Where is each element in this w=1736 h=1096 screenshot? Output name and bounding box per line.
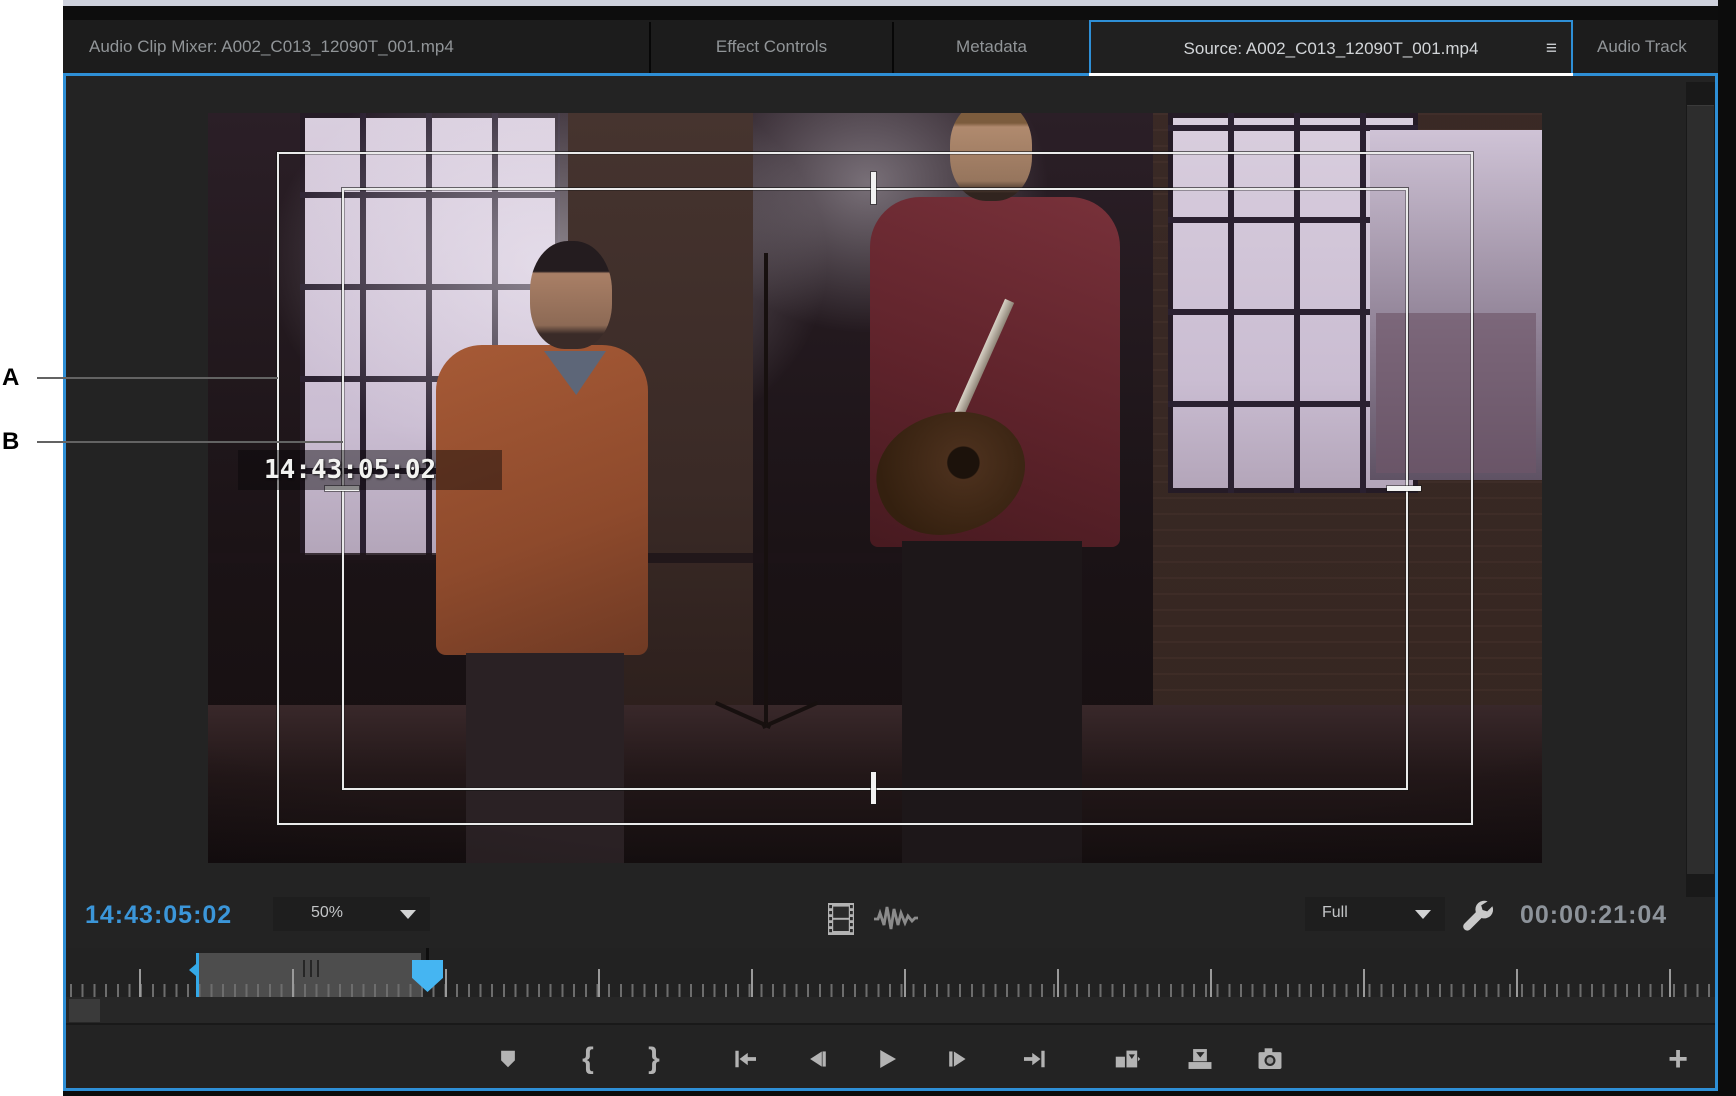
overwrite-icon [1186, 1046, 1214, 1072]
export-frame-camera-icon [1256, 1046, 1284, 1072]
tab-audio-track-mixer[interactable]: Audio Track [1576, 20, 1718, 73]
step-forward-icon [947, 1048, 969, 1070]
play-icon [875, 1047, 899, 1071]
playhead-timecode-field[interactable]: 14:43:05:02 [85, 901, 232, 930]
overwrite-button[interactable] [1181, 1041, 1219, 1077]
center-tick-bottom [871, 772, 876, 804]
panel-menu-icon[interactable]: ≡ [1546, 22, 1557, 73]
in-point-marker[interactable] [196, 953, 199, 997]
tab-effect-controls[interactable]: Effect Controls [651, 20, 892, 73]
callout-line-b [37, 441, 343, 443]
add-marker-button[interactable] [489, 1041, 527, 1077]
playhead-marker[interactable] [410, 948, 444, 994]
callout-label-b: B [2, 428, 19, 456]
tab-audio-clip-mixer[interactable]: Audio Clip Mixer: A002_C013_12090T_001.m… [63, 20, 649, 73]
transport-controls-bar: { } [66, 1027, 1715, 1088]
step-forward-button[interactable] [939, 1041, 977, 1077]
screenshot-root: Audio Clip Mixer: A002_C013_12090T_001.m… [0, 0, 1736, 1096]
tab-metadata[interactable]: Metadata [894, 20, 1089, 73]
tab-source-monitor[interactable]: Source: A002_C013_12090T_001.mp4 ≡ [1089, 20, 1573, 73]
drag-audio-waveform-icon[interactable] [872, 903, 918, 940]
insert-button[interactable] [1109, 1041, 1147, 1077]
playhead-flag [412, 960, 443, 992]
video-preview-frame: 14:43:05:02 [208, 113, 1542, 863]
resolution-dropdown-arrow-icon [1415, 910, 1431, 919]
insert-icon [1114, 1046, 1142, 1072]
playback-resolution-value: Full [1322, 904, 1348, 922]
playhead-stem [426, 948, 429, 962]
drag-video-filmstrip-icon[interactable] [826, 901, 856, 942]
go-to-out-icon [1022, 1048, 1048, 1070]
in-out-range-bar[interactable] [197, 953, 421, 997]
panel-focus-border-bottom [63, 1088, 1718, 1091]
callout-label-a: A [2, 364, 19, 392]
zoom-level-value: 50% [311, 904, 343, 922]
go-to-out-button[interactable] [1016, 1041, 1054, 1077]
add-marker-icon [497, 1048, 519, 1070]
export-frame-button[interactable] [1251, 1041, 1289, 1077]
play-button[interactable] [868, 1041, 906, 1077]
panel-focus-border-right [1715, 73, 1718, 1091]
go-to-in-button[interactable] [726, 1041, 764, 1077]
window-right-background [1718, 0, 1736, 1096]
callout-line-a [37, 377, 278, 379]
burned-in-timecode-overlay: 14:43:05:02 [238, 450, 502, 490]
panel-tab-bar: Audio Clip Mixer: A002_C013_12090T_001.m… [63, 20, 1718, 73]
settings-wrench-icon[interactable] [1458, 897, 1498, 942]
go-to-in-icon [732, 1048, 758, 1070]
in-out-duration-timecode: 00:00:21:04 [1520, 901, 1667, 930]
center-tick-right [1387, 486, 1421, 491]
center-tick-top [871, 172, 876, 204]
horizontal-scrollbar-track[interactable] [66, 997, 1715, 1025]
horizontal-scrollbar-thumb[interactable] [69, 999, 100, 1022]
button-editor-button[interactable]: + [1659, 1041, 1697, 1077]
zoom-level-select[interactable]: 50% [273, 897, 430, 931]
window-chrome-bar [63, 6, 1718, 20]
playback-resolution-select[interactable]: Full [1305, 897, 1445, 931]
burned-in-timecode: 14:43:05:02 [264, 455, 436, 485]
step-back-button[interactable] [798, 1041, 836, 1077]
zoom-dropdown-arrow-icon [400, 910, 416, 919]
mark-out-button[interactable]: } [635, 1041, 673, 1077]
tab-source-label: Source: A002_C013_12090T_001.mp4 [1184, 39, 1479, 58]
window-bottom-background [63, 1091, 1718, 1096]
range-grip-handle[interactable] [303, 960, 320, 977]
mark-in-button[interactable]: { [569, 1041, 607, 1077]
vertical-scrollbar-thumb[interactable] [1687, 105, 1714, 874]
step-back-icon [806, 1048, 828, 1070]
time-ruler[interactable] [66, 948, 1715, 997]
